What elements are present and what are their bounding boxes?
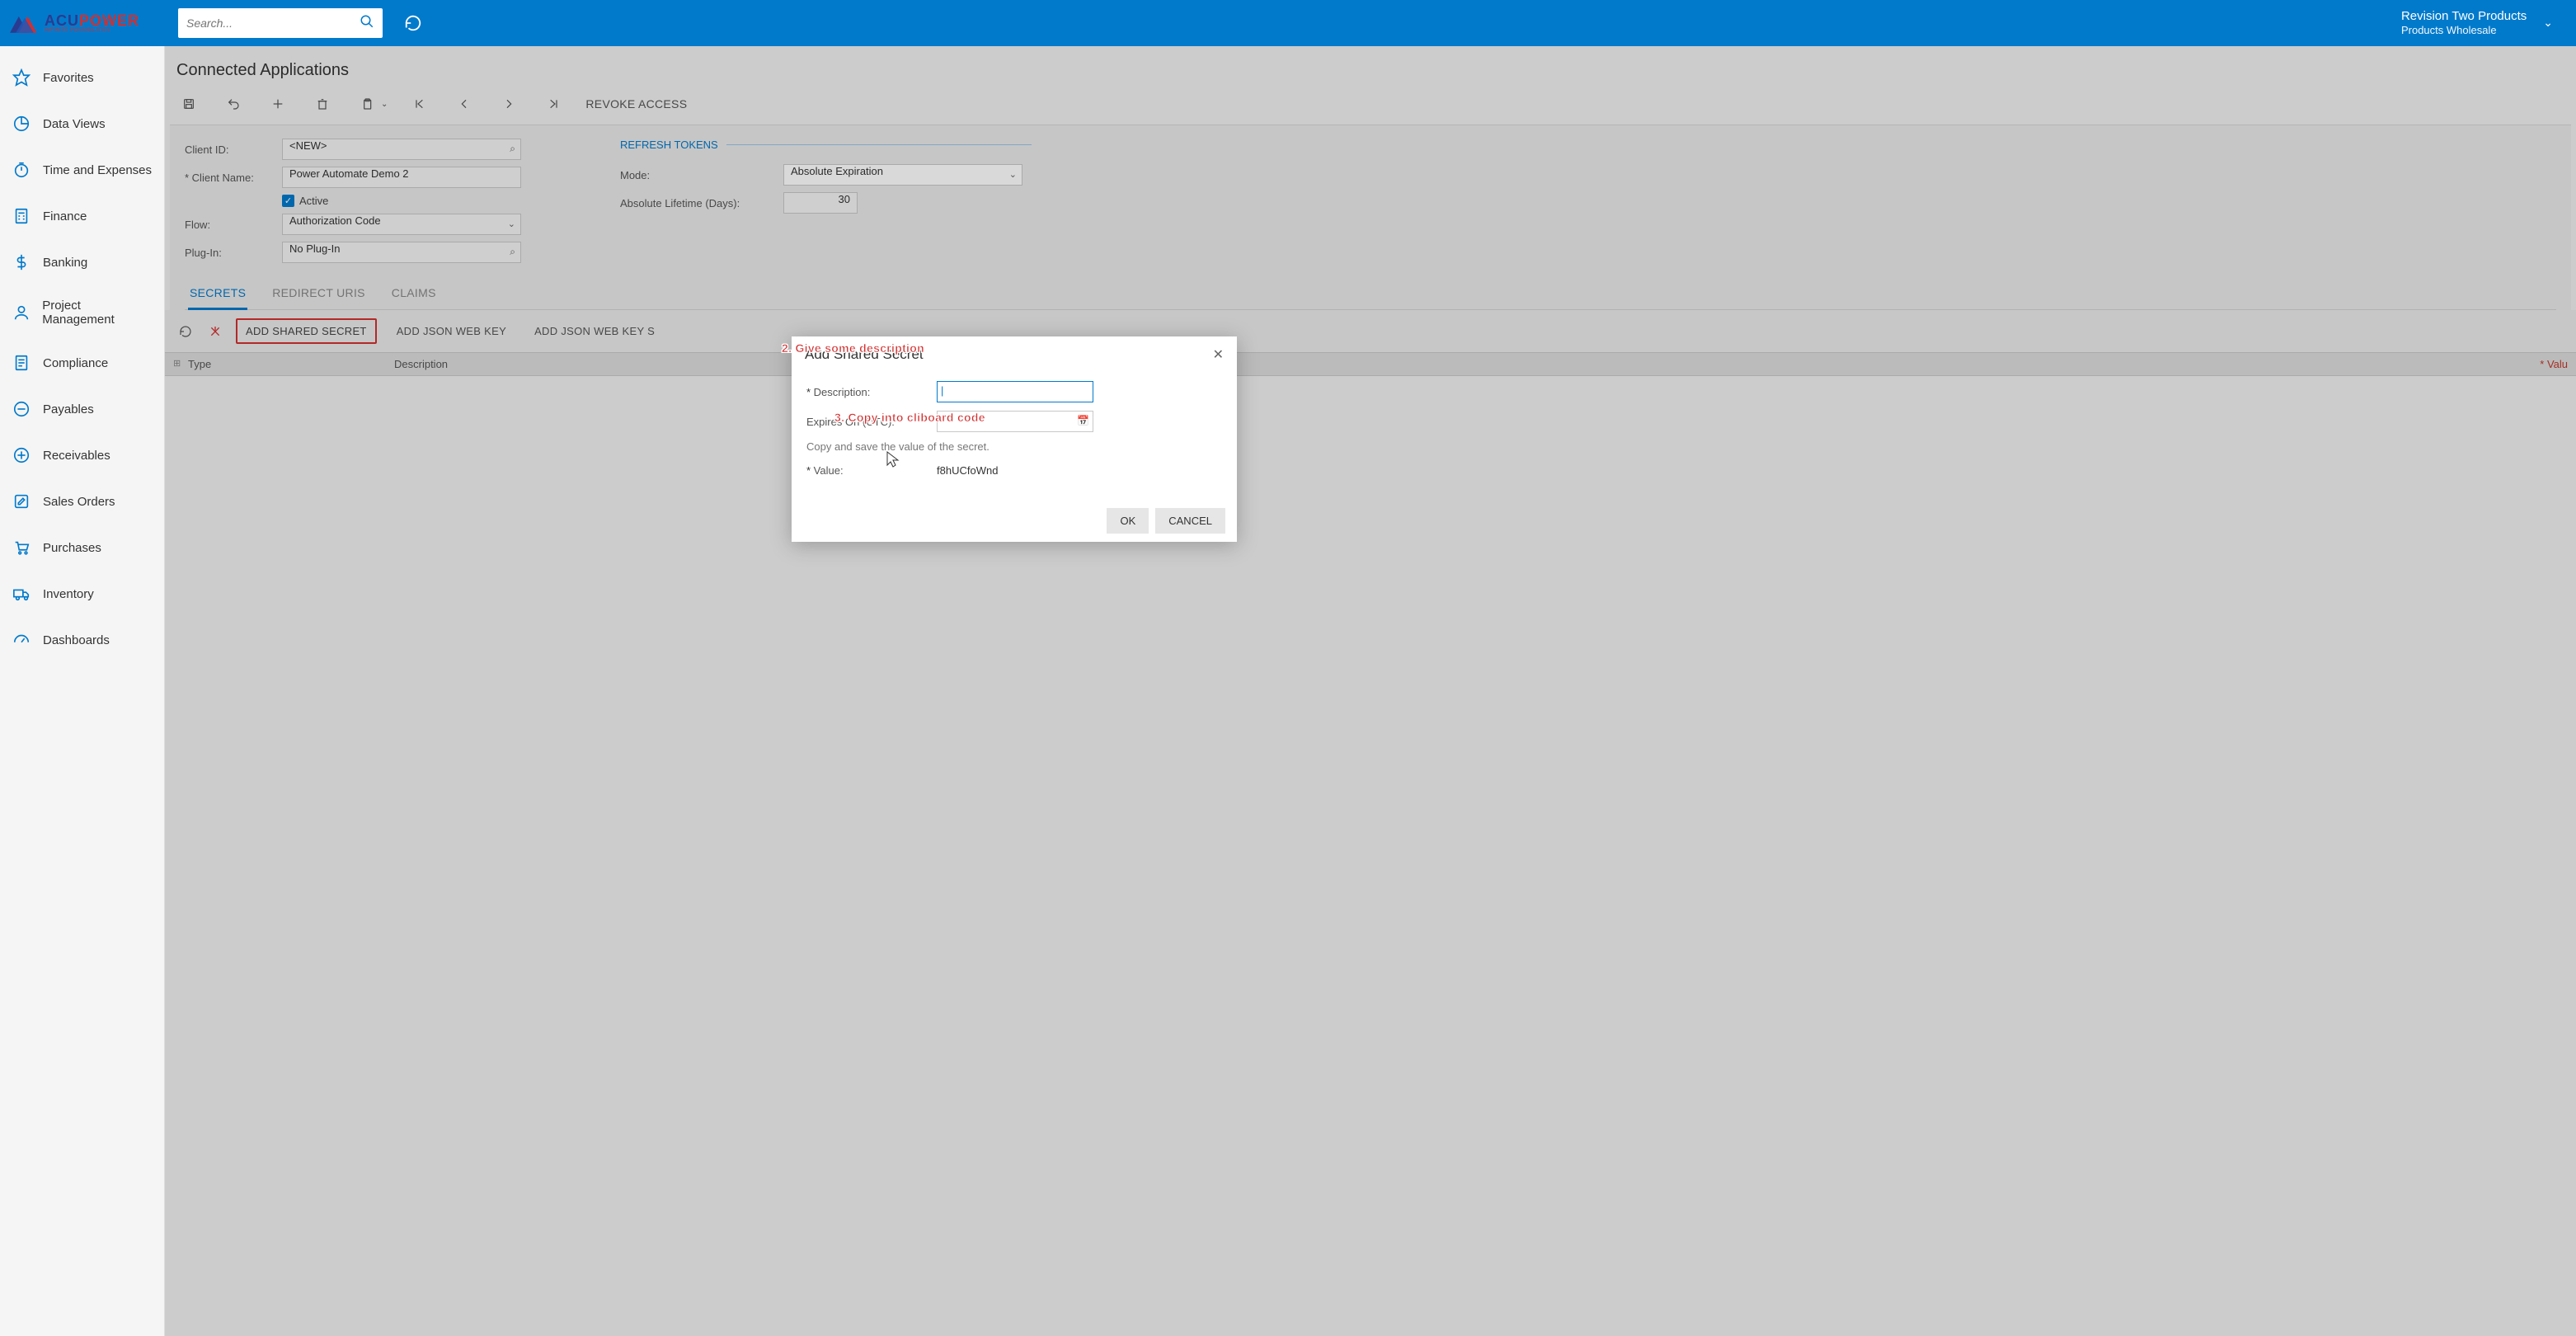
sidebar-item-purchases[interactable]: Purchases bbox=[0, 525, 164, 571]
sidebar-item-time[interactable]: Time and Expenses bbox=[0, 147, 164, 193]
document-icon bbox=[12, 353, 31, 373]
sidebar: Favorites Data Views Time and Expenses F… bbox=[0, 46, 165, 1336]
expires-input[interactable]: 📅 bbox=[937, 411, 1093, 432]
tenant-subtitle: Products Wholesale bbox=[2401, 24, 2527, 38]
logo-icon bbox=[10, 12, 40, 35]
main-content: Connected Applications ⌄ REVOKE ACCESS bbox=[165, 46, 2576, 1336]
sidebar-item-project[interactable]: Project Management bbox=[0, 285, 164, 340]
person-icon bbox=[12, 303, 31, 322]
cart-icon bbox=[12, 538, 31, 557]
search-input[interactable] bbox=[186, 16, 360, 30]
sidebar-label: Favorites bbox=[43, 71, 94, 85]
piechart-icon bbox=[12, 114, 31, 134]
modal-overlay bbox=[165, 46, 2576, 1336]
plus-circle-icon bbox=[12, 445, 31, 465]
edit-icon bbox=[12, 492, 31, 511]
calendar-icon[interactable]: 📅 bbox=[1077, 415, 1089, 426]
sidebar-label: Compliance bbox=[43, 356, 108, 370]
tenant-selector[interactable]: Revision Two Products Products Wholesale… bbox=[2401, 8, 2569, 38]
close-icon[interactable]: ✕ bbox=[1213, 346, 1224, 363]
description-input[interactable]: | bbox=[937, 381, 1093, 402]
secret-value: f8hUCfoWnd bbox=[937, 464, 998, 477]
modal-title: Add Shared Secret bbox=[805, 346, 924, 363]
sidebar-label: Banking bbox=[43, 256, 87, 270]
sidebar-label: Project Management bbox=[42, 299, 153, 327]
sidebar-label: Payables bbox=[43, 402, 94, 416]
chevron-down-icon: ⌄ bbox=[2543, 16, 2553, 30]
truck-icon bbox=[12, 584, 31, 604]
calculator-icon bbox=[12, 206, 31, 226]
sidebar-label: Dashboards bbox=[43, 633, 110, 647]
sidebar-item-receivables[interactable]: Receivables bbox=[0, 432, 164, 478]
brand-tagline: INFINITE POSSIBILITIES bbox=[45, 28, 139, 33]
sidebar-label: Finance bbox=[43, 209, 87, 223]
sidebar-item-payables[interactable]: Payables bbox=[0, 386, 164, 432]
refresh-button[interactable] bbox=[394, 4, 432, 42]
expires-label: Expires On (UTC): bbox=[806, 416, 922, 428]
sidebar-item-inventory[interactable]: Inventory bbox=[0, 571, 164, 617]
cancel-button[interactable]: CANCEL bbox=[1155, 508, 1225, 534]
tenant-title: Revision Two Products bbox=[2401, 8, 2527, 25]
add-shared-secret-modal: Add Shared Secret ✕ Description: | Expir… bbox=[792, 336, 1237, 542]
description-label: Description: bbox=[806, 386, 922, 398]
sidebar-label: Receivables bbox=[43, 449, 110, 463]
sidebar-item-sales[interactable]: Sales Orders bbox=[0, 478, 164, 525]
sidebar-label: Sales Orders bbox=[43, 495, 115, 509]
sidebar-label: Data Views bbox=[43, 117, 106, 131]
logo[interactable]: ACUPOWER INFINITE POSSIBILITIES bbox=[7, 12, 172, 35]
stopwatch-icon bbox=[12, 160, 31, 180]
sidebar-label: Purchases bbox=[43, 541, 101, 555]
brand-name-2: POWER bbox=[79, 12, 139, 29]
sidebar-item-compliance[interactable]: Compliance bbox=[0, 340, 164, 386]
ok-button[interactable]: OK bbox=[1107, 508, 1149, 534]
search-icon[interactable] bbox=[360, 14, 374, 33]
star-icon bbox=[12, 68, 31, 87]
dollar-icon bbox=[12, 252, 31, 272]
sidebar-item-dashboards[interactable]: Dashboards bbox=[0, 617, 164, 663]
brand-name-1: ACU bbox=[45, 12, 79, 29]
minus-circle-icon bbox=[12, 399, 31, 419]
gauge-icon bbox=[12, 630, 31, 650]
sidebar-item-favorites[interactable]: Favorites bbox=[0, 54, 164, 101]
sidebar-item-dataviews[interactable]: Data Views bbox=[0, 101, 164, 147]
global-search[interactable] bbox=[178, 8, 383, 38]
sidebar-label: Time and Expenses bbox=[43, 163, 152, 177]
sidebar-item-banking[interactable]: Banking bbox=[0, 239, 164, 285]
hint-text: Copy and save the value of the secret. bbox=[806, 440, 1222, 453]
sidebar-label: Inventory bbox=[43, 587, 94, 601]
value-label: Value: bbox=[806, 464, 922, 477]
top-bar: ACUPOWER INFINITE POSSIBILITIES Revision… bbox=[0, 0, 2576, 46]
sidebar-item-finance[interactable]: Finance bbox=[0, 193, 164, 239]
